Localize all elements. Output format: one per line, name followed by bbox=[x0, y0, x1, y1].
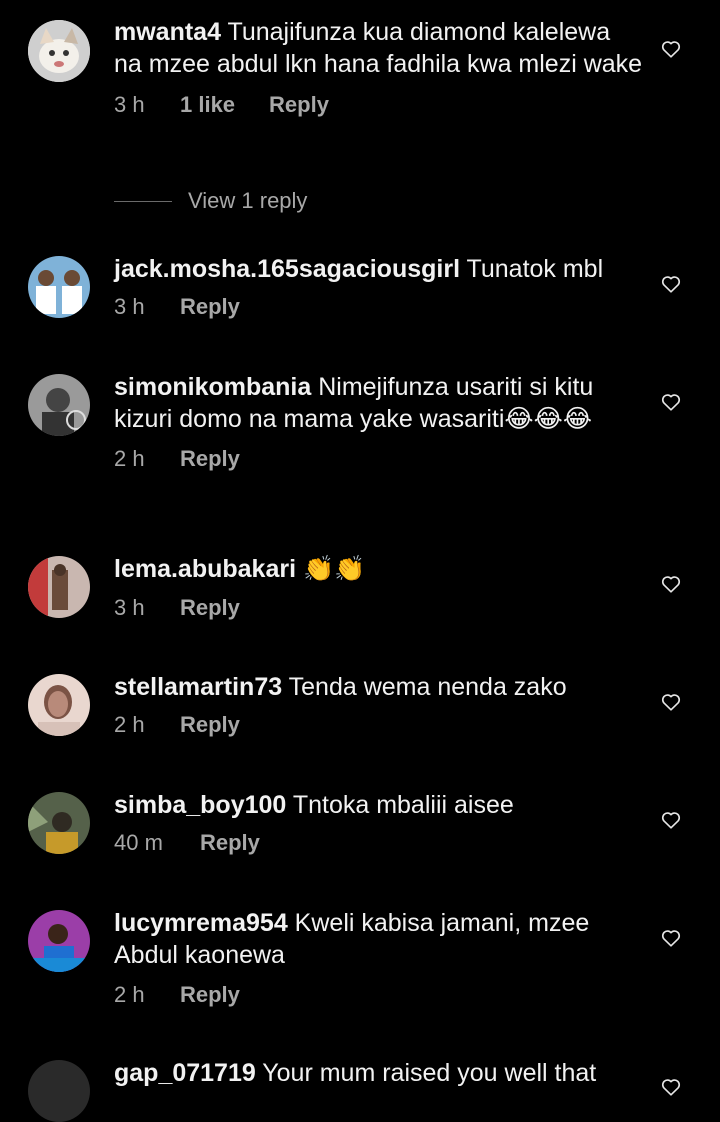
username[interactable]: jack.mosha.165sagaciousgirl bbox=[114, 255, 460, 283]
avatar[interactable] bbox=[28, 1060, 90, 1122]
username[interactable]: simonikombania bbox=[114, 373, 311, 401]
comment-text: simonikombania Nimejifunza usariti si ki… bbox=[114, 373, 594, 433]
comment-text: stellamartin73 Tenda wema nenda zako bbox=[114, 673, 567, 701]
comment-time: 2 h bbox=[114, 712, 145, 737]
reply-button[interactable]: Reply bbox=[200, 830, 260, 856]
view-replies-label: View 1 reply bbox=[188, 188, 308, 213]
avatar[interactable] bbox=[28, 910, 90, 972]
avatar[interactable] bbox=[28, 556, 90, 618]
comment-time: 3 h bbox=[114, 294, 145, 319]
comment-text: mwanta4 Tunajifunza kua diamond kalelewa… bbox=[114, 18, 643, 78]
heart-icon[interactable] bbox=[660, 809, 682, 831]
reply-button[interactable]: Reply bbox=[269, 92, 329, 118]
comment-time: 2 h bbox=[114, 446, 145, 471]
comment-text: lucymrema954 Kweli kabisa jamani, mzee A… bbox=[114, 909, 590, 969]
reply-button[interactable]: Reply bbox=[180, 446, 240, 472]
username[interactable]: mwanta4 bbox=[114, 18, 221, 46]
heart-icon[interactable] bbox=[660, 691, 682, 713]
comment-time: 2 h bbox=[114, 982, 145, 1007]
comment-text: lema.abubakari 👏👏 bbox=[114, 553, 644, 585]
username[interactable]: gap_071719 bbox=[114, 1059, 256, 1087]
comment-time: 40 m bbox=[114, 830, 163, 855]
avatar[interactable] bbox=[28, 374, 90, 436]
avatar[interactable] bbox=[28, 674, 90, 736]
avatar[interactable] bbox=[28, 256, 90, 318]
comment-time: 3 h bbox=[114, 595, 145, 620]
comment-text: simba_boy100 Tntoka mbaliii aisee bbox=[114, 791, 514, 819]
like-count[interactable]: 1 like bbox=[180, 92, 235, 118]
heart-icon[interactable] bbox=[660, 38, 682, 60]
view-replies-button[interactable]: View 1 reply bbox=[114, 188, 307, 214]
heart-icon[interactable] bbox=[660, 391, 682, 413]
avatar[interactable] bbox=[28, 792, 90, 854]
reply-button[interactable]: Reply bbox=[180, 982, 240, 1008]
heart-icon[interactable] bbox=[660, 273, 682, 295]
tears-of-joy-emoji: 😂😂😂 bbox=[504, 405, 593, 433]
username[interactable]: simba_boy100 bbox=[114, 791, 286, 819]
reply-button[interactable]: Reply bbox=[180, 595, 240, 621]
divider bbox=[114, 200, 172, 202]
heart-icon[interactable] bbox=[660, 573, 682, 595]
username[interactable]: stellamartin73 bbox=[114, 673, 282, 701]
reply-button[interactable]: Reply bbox=[180, 294, 240, 320]
comment-text: jack.mosha.165sagaciousgirl Tunatok mbl bbox=[114, 255, 604, 283]
comment-text: gap_071719 Your mum raised you well that bbox=[114, 1059, 597, 1087]
comment-time: 3 h bbox=[114, 92, 145, 117]
username[interactable]: lema.abubakari bbox=[114, 555, 296, 583]
reply-button[interactable]: Reply bbox=[180, 712, 240, 738]
heart-icon[interactable] bbox=[660, 927, 682, 949]
avatar[interactable] bbox=[28, 20, 90, 82]
username[interactable]: lucymrema954 bbox=[114, 909, 288, 937]
clapping-hands-emoji: 👏👏 bbox=[302, 555, 366, 583]
